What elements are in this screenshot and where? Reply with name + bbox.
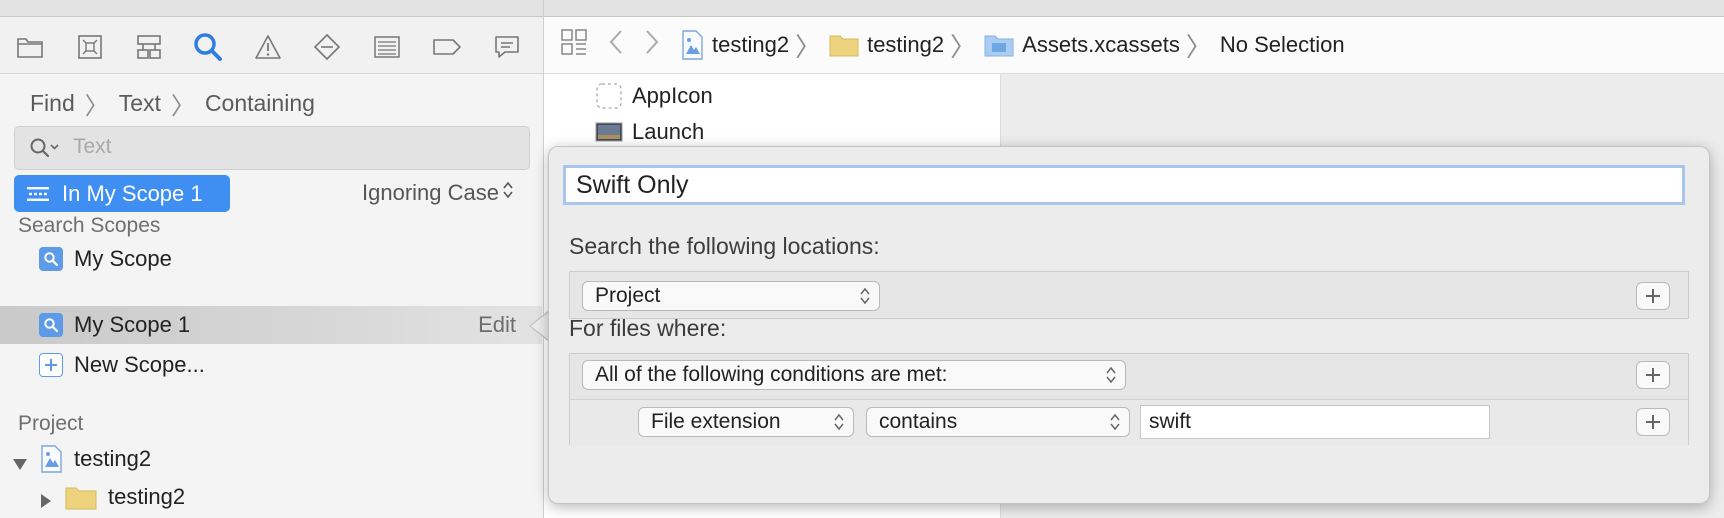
launch-image-icon xyxy=(594,117,624,147)
case-sensitivity-select[interactable]: Ignoring Case xyxy=(362,180,514,206)
find-match-item[interactable]: Containing xyxy=(205,90,315,117)
group-item-testing2[interactable]: testing2 xyxy=(0,478,568,516)
chevron-right-icon: 〉 xyxy=(1185,31,1212,62)
disclosure-collapsed-icon[interactable] xyxy=(40,489,52,515)
scope-item-my-scope-1[interactable]: My Scope 1 Edit xyxy=(0,306,542,344)
chevron-right-icon: 〉 xyxy=(795,31,822,62)
folder-icon xyxy=(829,33,859,57)
scope-item-label: My Scope 1 xyxy=(74,312,191,337)
locations-box: Project xyxy=(569,271,1689,319)
case-option-label: Ignoring Case xyxy=(362,180,499,205)
symbol-navigator-icon[interactable] xyxy=(131,29,167,65)
asset-item-appicon[interactable]: AppIcon xyxy=(594,78,713,114)
warning-icon[interactable] xyxy=(250,29,286,65)
up-down-chevron-icon xyxy=(833,413,845,431)
project-item-label: testing2 xyxy=(74,446,152,471)
jump-bar-selection[interactable]: No Selection xyxy=(1220,32,1345,58)
jump-bar: testing2 〉 testing2 〉 Assets.xcassets 〉 … xyxy=(544,17,1724,74)
criteria-operator-label: contains xyxy=(879,410,958,433)
jump-bar-catalog[interactable]: Assets.xcassets xyxy=(1022,32,1180,58)
navigator-toolbar xyxy=(0,17,543,74)
folder-icon xyxy=(64,484,98,510)
search-scopes-header: Search Scopes xyxy=(18,214,161,237)
plus-icon xyxy=(1646,368,1660,382)
scope-editor-popover: Search the following locations: Project … xyxy=(548,146,1710,504)
criteria-field-popup[interactable]: File extension xyxy=(638,407,854,437)
search-options-icon[interactable] xyxy=(29,136,61,165)
window-top-strip xyxy=(544,0,1724,17)
source-control-icon[interactable] xyxy=(72,29,108,65)
criteria-field-label: File extension xyxy=(651,410,781,433)
locations-label: Search the following locations: xyxy=(569,233,880,259)
up-down-chevron-icon xyxy=(1105,366,1117,384)
group-item-label: testing2 xyxy=(108,484,186,509)
related-items-icon[interactable] xyxy=(560,28,588,63)
report-icon[interactable] xyxy=(489,29,525,65)
magnifier-icon xyxy=(38,246,64,272)
up-down-chevron-icon xyxy=(502,180,514,206)
location-popup-label: Project xyxy=(595,284,661,307)
edit-scope-link[interactable]: Edit xyxy=(478,312,516,338)
folder-icon[interactable] xyxy=(12,29,48,65)
search-scope-button[interactable]: In My Scope 1 xyxy=(14,175,230,212)
scope-name-field[interactable] xyxy=(563,165,1685,205)
find-navigator: Find 〉 Text 〉 Containing In My Scope 1 I… xyxy=(0,0,544,518)
new-scope-label: New Scope... xyxy=(74,352,205,377)
find-mode-breadcrumb: Find 〉 Text 〉 Containing xyxy=(30,86,315,121)
conditions-popup[interactable]: All of the following conditions are met: xyxy=(582,360,1126,390)
jump-bar-group[interactable]: testing2 xyxy=(867,32,944,58)
criteria-value-input[interactable] xyxy=(1140,405,1490,439)
criteria-operator-popup[interactable]: contains xyxy=(866,407,1130,437)
conditions-popup-label: All of the following conditions are met: xyxy=(595,363,948,386)
scope-item-my-scope[interactable]: My Scope xyxy=(0,240,542,278)
back-arrow-icon[interactable] xyxy=(608,29,624,62)
chevron-right-icon: 〉 xyxy=(950,31,977,62)
asset-catalog-icon xyxy=(984,33,1014,57)
find-mode-item[interactable]: Find xyxy=(30,90,75,117)
plus-icon xyxy=(1646,415,1660,429)
location-popup[interactable]: Project xyxy=(582,281,880,311)
conditions-box: All of the following conditions are met:… xyxy=(569,353,1689,446)
app-icon-placeholder-icon xyxy=(594,81,624,111)
find-search-field[interactable] xyxy=(14,126,530,170)
add-condition-button[interactable] xyxy=(1636,361,1670,389)
test-diamond-icon[interactable] xyxy=(309,29,345,65)
magnifier-icon xyxy=(38,312,64,338)
add-criteria-button[interactable] xyxy=(1636,408,1670,436)
plus-icon xyxy=(1646,289,1660,303)
find-navigator-icon[interactable] xyxy=(190,29,226,65)
up-down-chevron-icon xyxy=(1109,413,1121,431)
plus-icon xyxy=(38,352,64,378)
project-icon xyxy=(680,30,704,60)
window-top-strip xyxy=(0,0,543,17)
files-where-label: For files where: xyxy=(569,315,727,341)
chevron-right-icon: 〉 xyxy=(170,93,195,120)
jump-bar-project[interactable]: testing2 xyxy=(712,32,789,58)
project-icon xyxy=(38,445,64,473)
asset-item-label: Launch xyxy=(632,119,705,144)
project-header: Project xyxy=(18,412,84,435)
criteria-row: File extension contains xyxy=(570,399,1688,446)
debug-list-icon[interactable] xyxy=(369,29,405,65)
find-type-item[interactable]: Text xyxy=(119,90,161,117)
add-location-button[interactable] xyxy=(1636,282,1670,310)
new-scope-item[interactable]: New Scope... xyxy=(0,346,542,384)
project-item-testing2[interactable]: testing2 xyxy=(0,440,542,478)
scope-button-label: In My Scope 1 xyxy=(62,180,203,206)
chevron-right-icon: 〉 xyxy=(84,93,109,120)
breakpoint-icon[interactable] xyxy=(429,29,465,65)
asset-item-label: AppIcon xyxy=(632,83,713,108)
scope-bars-icon xyxy=(26,185,50,203)
forward-arrow-icon[interactable] xyxy=(644,29,660,62)
up-down-chevron-icon xyxy=(859,287,871,305)
disclosure-expanded-icon[interactable] xyxy=(12,451,28,477)
jump-bar-path: testing2 〉 testing2 〉 Assets.xcassets 〉 … xyxy=(560,28,1345,62)
asset-item-launch[interactable]: Launch xyxy=(594,114,704,150)
scope-item-label: My Scope xyxy=(74,246,172,271)
search-input[interactable] xyxy=(73,133,513,161)
